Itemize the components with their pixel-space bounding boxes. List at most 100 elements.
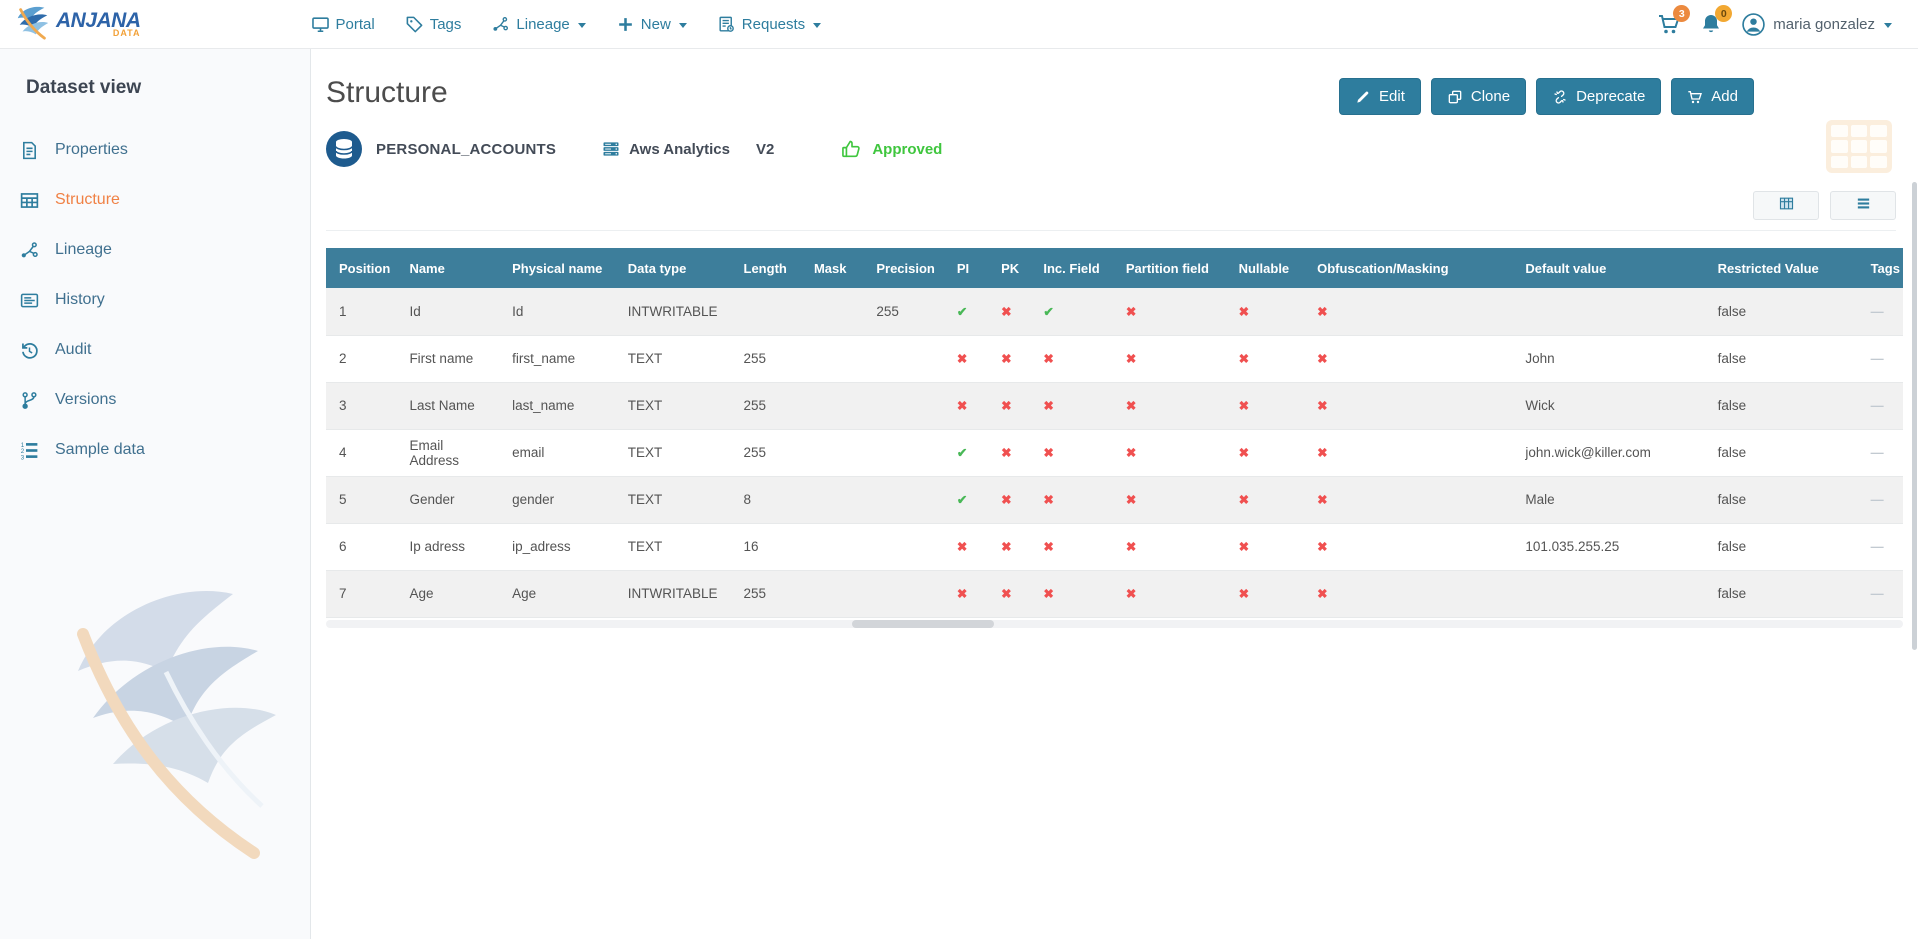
name-cell: Id — [396, 288, 499, 335]
button-label: Clone — [1471, 88, 1510, 105]
partition-field-cell: ✖ — [1113, 476, 1226, 523]
sidebar-item-label: Versions — [55, 391, 116, 409]
col-header-precision: Precision — [863, 248, 944, 288]
sidebar-item-label: Lineage — [55, 241, 112, 259]
restricted-value-cell: false — [1705, 523, 1858, 570]
list-view-toggle[interactable] — [1830, 191, 1896, 220]
data-type-cell: TEXT — [615, 429, 731, 476]
lineage-icon — [491, 15, 510, 34]
col-header-obfuscation-masking: Obfuscation/Masking — [1304, 248, 1512, 288]
deprecate-button[interactable]: Deprecate — [1536, 78, 1661, 115]
table-row[interactable]: 2First namefirst_nameTEXT255✖✖✖✖✖✖Johnfa… — [326, 335, 1903, 382]
button-label: Deprecate — [1576, 88, 1645, 105]
partition-field-cell: ✖ — [1113, 335, 1226, 382]
cross-icon: ✖ — [1001, 446, 1011, 460]
add-button[interactable]: Add — [1671, 78, 1754, 115]
cross-icon: ✖ — [1126, 493, 1136, 507]
user-avatar-icon — [1741, 12, 1766, 37]
table-row[interactable]: 1IdIdINTWRITABLE255✔✖✔✖✖✖false— — [326, 288, 1903, 335]
default-value-cell — [1512, 288, 1704, 335]
svg-text:3: 3 — [21, 454, 25, 461]
edit-button[interactable]: Edit — [1339, 78, 1421, 115]
position-cell: 5 — [326, 476, 396, 523]
table-row[interactable]: 4Email AddressemailTEXT255✔✖✖✖✖✖john.wic… — [326, 429, 1903, 476]
table-row[interactable]: 5GendergenderTEXT8✔✖✖✖✖✖Malefalse— — [326, 476, 1903, 523]
nav-item-requests[interactable]: Requests — [717, 15, 821, 34]
vertical-scrollbar-thumb[interactable] — [1912, 182, 1917, 650]
database-icon — [326, 131, 362, 167]
clone-button[interactable]: Clone — [1431, 78, 1526, 115]
horizontal-scrollbar-thumb[interactable] — [852, 620, 994, 628]
nav-item-lineage[interactable]: Lineage — [491, 15, 585, 34]
requests-icon — [717, 15, 736, 34]
tags-dash: — — [1871, 492, 1884, 507]
precision-cell — [863, 335, 944, 382]
position-cell: 3 — [326, 382, 396, 429]
tags-cell: — — [1858, 476, 1903, 523]
data-type-cell: INTWRITABLE — [615, 570, 731, 617]
col-header-nullable: Nullable — [1226, 248, 1304, 288]
sidebar-item-sample-data[interactable]: 123Sample data — [0, 425, 310, 475]
table-row[interactable]: 6Ip adressip_adressTEXT16✖✖✖✖✖✖101.035.2… — [326, 523, 1903, 570]
tags-cell: — — [1858, 523, 1903, 570]
thumbs-up-icon — [840, 138, 862, 160]
sidebar-item-structure[interactable]: Structure — [0, 175, 310, 225]
mask-cell — [801, 570, 863, 617]
sidebar-item-history[interactable]: History — [0, 275, 310, 325]
length-cell: 255 — [731, 429, 801, 476]
app-logo[interactable]: ANJANA DATA — [14, 3, 141, 46]
sidebar-item-label: Properties — [55, 141, 128, 159]
history-icon — [19, 290, 40, 311]
brand-sub: DATA — [56, 29, 141, 38]
physical-name-cell: email — [499, 429, 615, 476]
view-toggle-row — [326, 191, 1896, 220]
col-header-mask: Mask — [801, 248, 863, 288]
cross-icon: ✖ — [1001, 587, 1011, 601]
cross-icon: ✖ — [1317, 352, 1327, 366]
table-view-toggle[interactable] — [1753, 191, 1819, 220]
status-badge: Approved — [872, 141, 942, 158]
sidebar-item-audit[interactable]: Audit — [0, 325, 310, 375]
tags-dash: — — [1871, 304, 1884, 319]
partition-field-cell: ✖ — [1113, 382, 1226, 429]
nav-item-new[interactable]: New — [616, 15, 687, 34]
nav-item-label: Tags — [430, 16, 462, 33]
physical-name-cell: gender — [499, 476, 615, 523]
col-header-position: Position — [326, 248, 396, 288]
nav-item-tags[interactable]: Tags — [405, 15, 462, 34]
sidebar-items: Properties Structure Lineage History Audit Ve… — [0, 125, 310, 475]
position-cell: 6 — [326, 523, 396, 570]
table-row[interactable]: 3Last Namelast_nameTEXT255✖✖✖✖✖✖Wickfals… — [326, 382, 1903, 429]
table-row[interactable]: 7AgeAgeINTWRITABLE255✖✖✖✖✖✖false— — [326, 570, 1903, 617]
sidebar-item-versions[interactable]: Versions — [0, 375, 310, 425]
name-cell: Age — [396, 570, 499, 617]
cross-icon: ✖ — [1043, 446, 1053, 460]
sidebar-item-label: History — [55, 291, 105, 309]
cart-badge: 3 — [1673, 5, 1690, 22]
content-divider — [326, 230, 1896, 231]
position-cell: 1 — [326, 288, 396, 335]
navbar-menu: Portal Tags Lineage New Requests — [311, 15, 822, 34]
check-icon: ✔ — [957, 493, 967, 507]
notifications-button[interactable]: 0 — [1699, 12, 1723, 36]
nullable-cell: ✖ — [1226, 288, 1304, 335]
sidebar-item-lineage[interactable]: Lineage — [0, 225, 310, 275]
sidebar-item-properties[interactable]: Properties — [0, 125, 310, 175]
cross-icon: ✖ — [1126, 446, 1136, 460]
nav-item-portal[interactable]: Portal — [311, 15, 375, 34]
cart-button[interactable]: 3 — [1657, 12, 1681, 36]
pk-cell: ✖ — [988, 288, 1030, 335]
cross-icon: ✖ — [1043, 587, 1053, 601]
cross-icon: ✖ — [1126, 352, 1136, 366]
tags-cell: — — [1858, 335, 1903, 382]
pi-cell: ✖ — [944, 523, 988, 570]
pi-cell: ✖ — [944, 335, 988, 382]
table-body: 1IdIdINTWRITABLE255✔✖✔✖✖✖false—2First na… — [326, 288, 1903, 617]
user-menu[interactable]: maria gonzalez — [1741, 12, 1892, 37]
pk-cell: ✖ — [988, 523, 1030, 570]
pk-cell: ✖ — [988, 570, 1030, 617]
chevron-down-icon — [679, 23, 687, 28]
length-cell: 255 — [731, 335, 801, 382]
col-header-tags: Tags — [1858, 248, 1903, 288]
grid-view-icon — [1778, 195, 1795, 217]
